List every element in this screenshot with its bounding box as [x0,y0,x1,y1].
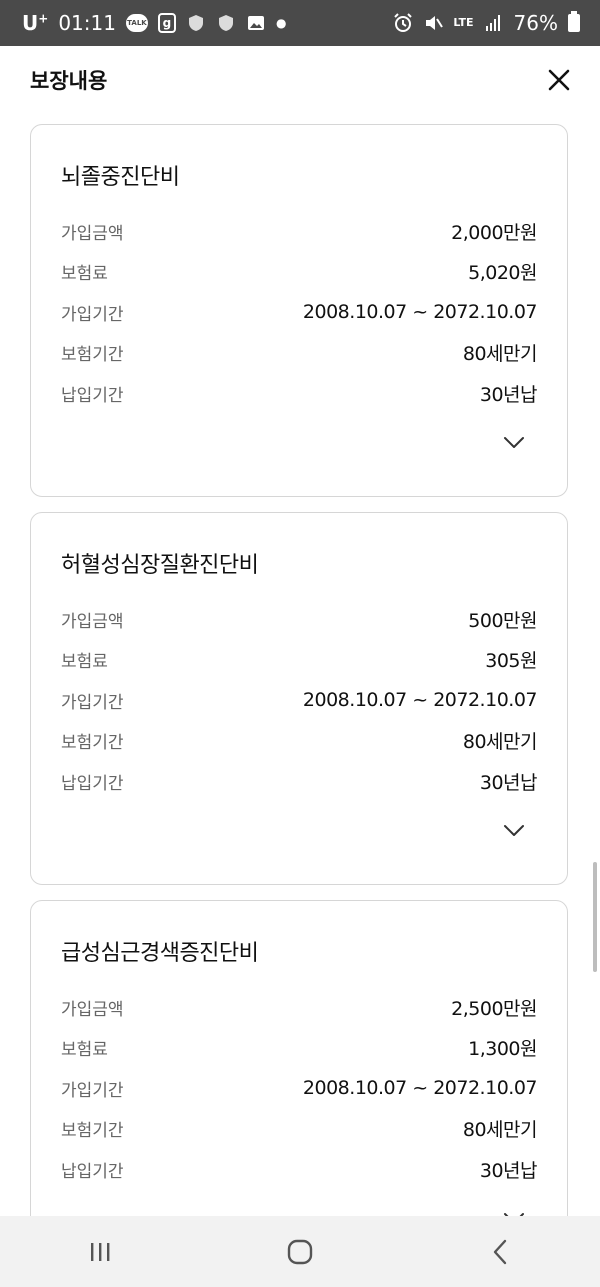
detail-label: 납입기간 [61,385,124,406]
kakaotalk-icon: TALK [125,14,148,32]
detail-row: 납입기간 30년납 [61,373,538,414]
detail-row: 보험료 5,020원 [61,252,537,293]
battery-icon [568,11,580,32]
alarm-icon [393,13,413,33]
coverage-title: 허혈성심장질환진단비 [61,553,259,578]
coverage-title: 뇌졸중진단비 [61,165,180,190]
status-left: U+ 01:11 TALK g ● [22,11,286,35]
chevron-down-icon [504,437,524,448]
shield-icon [216,13,236,33]
detail-value: 80세만기 [462,343,538,366]
notification-dot-icon: ● [275,16,287,30]
close-button[interactable] [544,65,574,95]
detail-row: 가입기간 2008.10.07 ~ 2072.10.07 [61,292,538,333]
detail-value: 5,020원 [468,262,537,285]
image-icon [246,13,266,33]
detail-row: 납입기간 30년납 [61,1149,538,1190]
coverage-details: 가입금액 2,500만원 보험료 1,300원 가입기간 2008.10.07 ~ 2… [61,987,538,1190]
mute-icon [423,13,444,33]
detail-label: 보험료 [61,652,108,673]
detail-label: 보험기간 [61,1121,124,1142]
detail-row: 가입금액 500만원 [61,599,537,640]
coverage-details: 가입금액 2,000만원 보험료 5,020원 가입기간 2008.10.07 ~ 2… [61,211,538,414]
coverage-details: 가입금액 500만원 보험료 305원 가입기간 2008.10.07 ~ 2072.… [61,599,538,802]
expand-button[interactable] [501,434,527,452]
detail-label: 가입기간 [61,304,124,325]
detail-row: 납입기간 30년납 [61,761,538,802]
detail-label: 가입금액 [61,611,124,632]
scrollbar[interactable] [593,862,597,972]
detail-row: 보험기간 80세만기 [61,333,538,374]
detail-label: 가입금액 [61,223,124,244]
detail-value: 2008.10.07 ~ 2072.10.07 [302,1077,538,1100]
carrier-sup: + [38,11,49,26]
coverage-title: 급성심근경색증진단비 [61,941,259,966]
detail-label: 보험료 [61,264,108,285]
clock: 01:11 [58,11,116,35]
detail-label: 납입기간 [61,773,124,794]
detail-value: 2,000만원 [451,221,537,244]
detail-value: 30년납 [479,1159,538,1182]
coverage-list[interactable]: 뇌졸중진단비 가입금액 2,000만원 보험료 5,020원 가입기간 2008.10… [0,114,600,1216]
lte-icon: LTE [453,16,474,29]
detail-label: 납입기간 [61,1161,124,1182]
recent-apps-button[interactable] [60,1227,140,1277]
home-button[interactable] [260,1227,340,1277]
detail-row: 보험기간 80세만기 [61,721,538,762]
back-button[interactable] [460,1227,540,1277]
g-app-icon: g [157,13,176,33]
detail-row: 가입기간 2008.10.07 ~ 2072.10.07 [61,680,538,721]
detail-label: 가입기간 [61,692,124,713]
detail-value: 500만원 [468,609,537,632]
carrier-name: U [22,11,39,35]
detail-row: 가입금액 2,500만원 [61,987,537,1028]
coverage-card: 급성심근경색증진단비 가입금액 2,500만원 보험료 1,300원 가입기간 200… [30,900,568,1216]
coverage-card: 뇌졸중진단비 가입금액 2,000만원 보험료 5,020원 가입기간 2008.10… [30,124,568,497]
close-icon [548,69,570,91]
detail-label: 가입금액 [61,999,124,1020]
detail-row: 보험료 305원 [61,640,537,681]
detail-label: 보험기간 [61,733,124,754]
system-nav-bar [0,1216,600,1287]
coverage-card: 허혈성심장질환진단비 가입금액 500만원 보험료 305원 가입기간 2008.10… [30,512,568,885]
detail-row: 보험기간 80세만기 [61,1109,538,1150]
carrier-label: U+ [22,11,48,35]
home-icon [287,1239,313,1264]
page-title: 보장내용 [30,69,108,93]
status-bar: U+ 01:11 TALK g ● LTE 76% [0,0,600,46]
header: 보장내용 [0,46,600,114]
detail-value: 2008.10.07 ~ 2072.10.07 [302,301,538,324]
back-icon [493,1239,507,1264]
detail-value: 2,500만원 [451,997,537,1020]
detail-value: 305원 [485,650,537,673]
detail-label: 보험기간 [61,345,124,366]
chevron-down-icon [504,825,524,836]
detail-label: 가입기간 [61,1080,124,1101]
battery-percent: 76% [513,11,558,35]
shield-icon [186,13,206,33]
detail-value: 80세만기 [462,1119,538,1142]
detail-value: 30년납 [479,771,538,794]
detail-row: 보험료 1,300원 [61,1028,537,1069]
detail-label: 보험료 [61,1040,108,1061]
detail-value: 80세만기 [462,731,538,754]
recent-apps-icon [91,1242,110,1261]
expand-button[interactable] [501,822,527,840]
detail-row: 가입기간 2008.10.07 ~ 2072.10.07 [61,1068,538,1109]
detail-value: 2008.10.07 ~ 2072.10.07 [302,689,538,712]
detail-value: 30년납 [479,383,538,406]
signal-icon [484,13,504,33]
detail-row: 가입금액 2,000만원 [61,211,537,252]
status-right: LTE 76% [393,11,580,35]
detail-value: 1,300원 [468,1038,537,1061]
